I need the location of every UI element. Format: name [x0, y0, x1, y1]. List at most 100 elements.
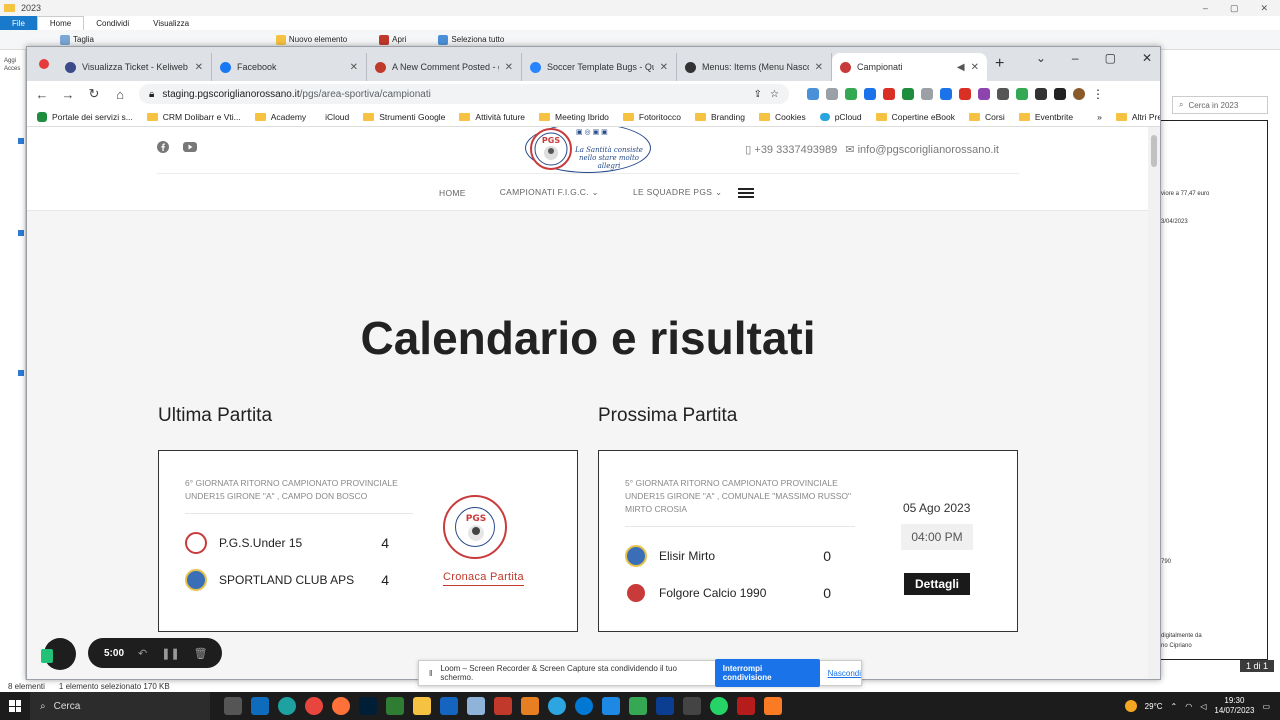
- bookmark-item[interactable]: Academy: [254, 112, 306, 122]
- phone-link[interactable]: ▯ +39 3337493989: [745, 143, 837, 156]
- file-explorer-icon[interactable]: [413, 697, 431, 715]
- app-icon[interactable]: [656, 697, 674, 715]
- maximize-icon[interactable]: ▢: [1105, 51, 1116, 65]
- bookmark-item[interactable]: Fotoritocco: [622, 112, 681, 122]
- ribbon-new-item[interactable]: Nuovo elemento: [275, 34, 347, 45]
- app-icon[interactable]: [440, 697, 458, 715]
- google-drive-icon[interactable]: [845, 88, 857, 100]
- extension-icon[interactable]: [997, 88, 1009, 100]
- bookmark-item[interactable]: pCloud: [819, 112, 862, 122]
- browser-tab-active[interactable]: Campionati ◀ ✕: [832, 53, 987, 81]
- nav-squadre[interactable]: LE SQUADRE PGS ⌄: [633, 187, 722, 198]
- recording-icon[interactable]: [39, 59, 49, 69]
- notifications-icon[interactable]: ▭: [1262, 702, 1270, 711]
- trash-icon[interactable]: 🗑︎: [194, 647, 208, 660]
- extension-icon[interactable]: [807, 88, 819, 100]
- email-link[interactable]: ✉ info@pgscoriglianorossano.it: [845, 143, 999, 156]
- bookmark-item[interactable]: Attività future: [459, 112, 525, 122]
- bookmark-item[interactable]: Corsi: [968, 112, 1005, 122]
- close-icon[interactable]: ✕: [1260, 3, 1268, 14]
- app-icon[interactable]: [467, 697, 485, 715]
- ribbon-tab-share[interactable]: Condividi: [84, 16, 141, 30]
- xampp-icon[interactable]: [764, 697, 782, 715]
- extension-icon[interactable]: [940, 88, 952, 100]
- home-button[interactable]: ⌂: [113, 87, 127, 102]
- puzzle-icon[interactable]: [1035, 88, 1047, 100]
- app-icon[interactable]: [494, 697, 512, 715]
- taskbar-search[interactable]: ⌕ Cerca: [30, 692, 210, 720]
- task-view-icon[interactable]: [224, 697, 242, 715]
- back-button[interactable]: ←: [35, 87, 49, 102]
- bookmark-item[interactable]: CRM Dolibarr e Vti...: [146, 112, 241, 122]
- facebook-icon[interactable]: [157, 141, 169, 153]
- google-drive-icon[interactable]: [629, 697, 647, 715]
- ribbon-select-all[interactable]: Seleziona tutto: [438, 34, 504, 45]
- bookmark-item[interactable]: Cookies: [758, 112, 806, 122]
- new-tab-button[interactable]: +: [995, 55, 1004, 73]
- bookmark-item[interactable]: Branding: [694, 112, 745, 122]
- firefox-icon[interactable]: [332, 697, 350, 715]
- app-icon[interactable]: [521, 697, 539, 715]
- loom-drag-handle[interactable]: [41, 649, 53, 663]
- close-tab-icon[interactable]: ✕: [195, 62, 203, 73]
- start-button[interactable]: [0, 692, 30, 720]
- volume-icon[interactable]: ◁: [1200, 702, 1206, 711]
- extension-icon[interactable]: [826, 88, 838, 100]
- dropbox-icon[interactable]: [18, 370, 24, 376]
- app-icon[interactable]: [602, 697, 620, 715]
- extension-icon[interactable]: [921, 88, 933, 100]
- app-icon[interactable]: [386, 697, 404, 715]
- ribbon-cut[interactable]: Taglia: [60, 34, 94, 45]
- bookmark-item[interactable]: Portale dei servizi s...: [37, 111, 133, 122]
- explorer-search[interactable]: ⌕ Cerca in 2023: [1172, 96, 1268, 114]
- stop-sharing-button[interactable]: Interrompi condivisione: [714, 659, 820, 687]
- close-tab-icon[interactable]: ✕: [971, 62, 979, 73]
- bookmark-star-icon[interactable]: ☆: [770, 89, 779, 100]
- filezilla-icon[interactable]: [737, 697, 755, 715]
- edge-icon[interactable]: [278, 697, 296, 715]
- weather-icon[interactable]: [1124, 700, 1137, 712]
- extension-icon[interactable]: [883, 88, 895, 100]
- whatsapp-icon[interactable]: [710, 697, 728, 715]
- loom-camera-bubble[interactable]: [41, 638, 76, 670]
- telegram-icon[interactable]: [548, 697, 566, 715]
- ribbon-tab-view[interactable]: Visualizza: [141, 16, 201, 30]
- ribbon-open[interactable]: Apri: [379, 34, 406, 45]
- more-menu-icon[interactable]: ⋮: [1092, 87, 1104, 101]
- extension-icon[interactable]: [1016, 88, 1028, 100]
- app-icon[interactable]: [683, 697, 701, 715]
- scrollbar-thumb[interactable]: [1151, 135, 1157, 167]
- youtube-icon[interactable]: [183, 141, 197, 153]
- outlook-icon[interactable]: [251, 697, 269, 715]
- skype-icon[interactable]: [575, 697, 593, 715]
- nav-home[interactable]: HOME: [439, 188, 466, 198]
- extension-icon[interactable]: [978, 88, 990, 100]
- lock-icon[interactable]: 🔒︎: [149, 89, 154, 100]
- wifi-icon[interactable]: ◠: [1185, 702, 1192, 711]
- reload-button[interactable]: ↻: [87, 86, 101, 102]
- close-icon[interactable]: ✕: [1142, 51, 1152, 65]
- browser-tab[interactable]: Soccer Template Bugs - Questic✕: [522, 53, 677, 81]
- ribbon-tab-home[interactable]: Home: [36, 16, 85, 30]
- extension-icon[interactable]: [959, 88, 971, 100]
- extension-icon[interactable]: [902, 88, 914, 100]
- photoshop-icon[interactable]: [359, 697, 377, 715]
- undo-icon[interactable]: ↶: [138, 647, 147, 660]
- bookmark-item[interactable]: iCloud: [320, 112, 349, 122]
- bookmark-item[interactable]: Strumenti Google: [363, 112, 445, 122]
- maximize-icon[interactable]: ▢: [1230, 3, 1239, 14]
- chrome-icon[interactable]: [305, 697, 323, 715]
- pause-icon[interactable]: ❚❚: [161, 647, 179, 660]
- bookmark-item[interactable]: Eventbrite: [1018, 112, 1073, 122]
- close-tab-icon[interactable]: ✕: [350, 62, 358, 73]
- bookmark-item[interactable]: Copertine eBook: [875, 112, 955, 122]
- avatar[interactable]: [1073, 88, 1085, 100]
- browser-tab[interactable]: Menus: Items (Menu Nascosti)✕: [677, 53, 832, 81]
- browser-tab[interactable]: Facebook ✕: [212, 53, 367, 81]
- match-report-link[interactable]: Cronaca Partita: [443, 571, 524, 586]
- hamburger-menu-icon[interactable]: [738, 187, 755, 198]
- extension-icon[interactable]: [864, 88, 876, 100]
- bookmark-other[interactable]: Altri Preferiti: [1115, 112, 1160, 122]
- minimize-icon[interactable]: –: [1072, 51, 1079, 65]
- nav-campionati[interactable]: CAMPIONATI F.I.G.C. ⌄: [500, 187, 599, 198]
